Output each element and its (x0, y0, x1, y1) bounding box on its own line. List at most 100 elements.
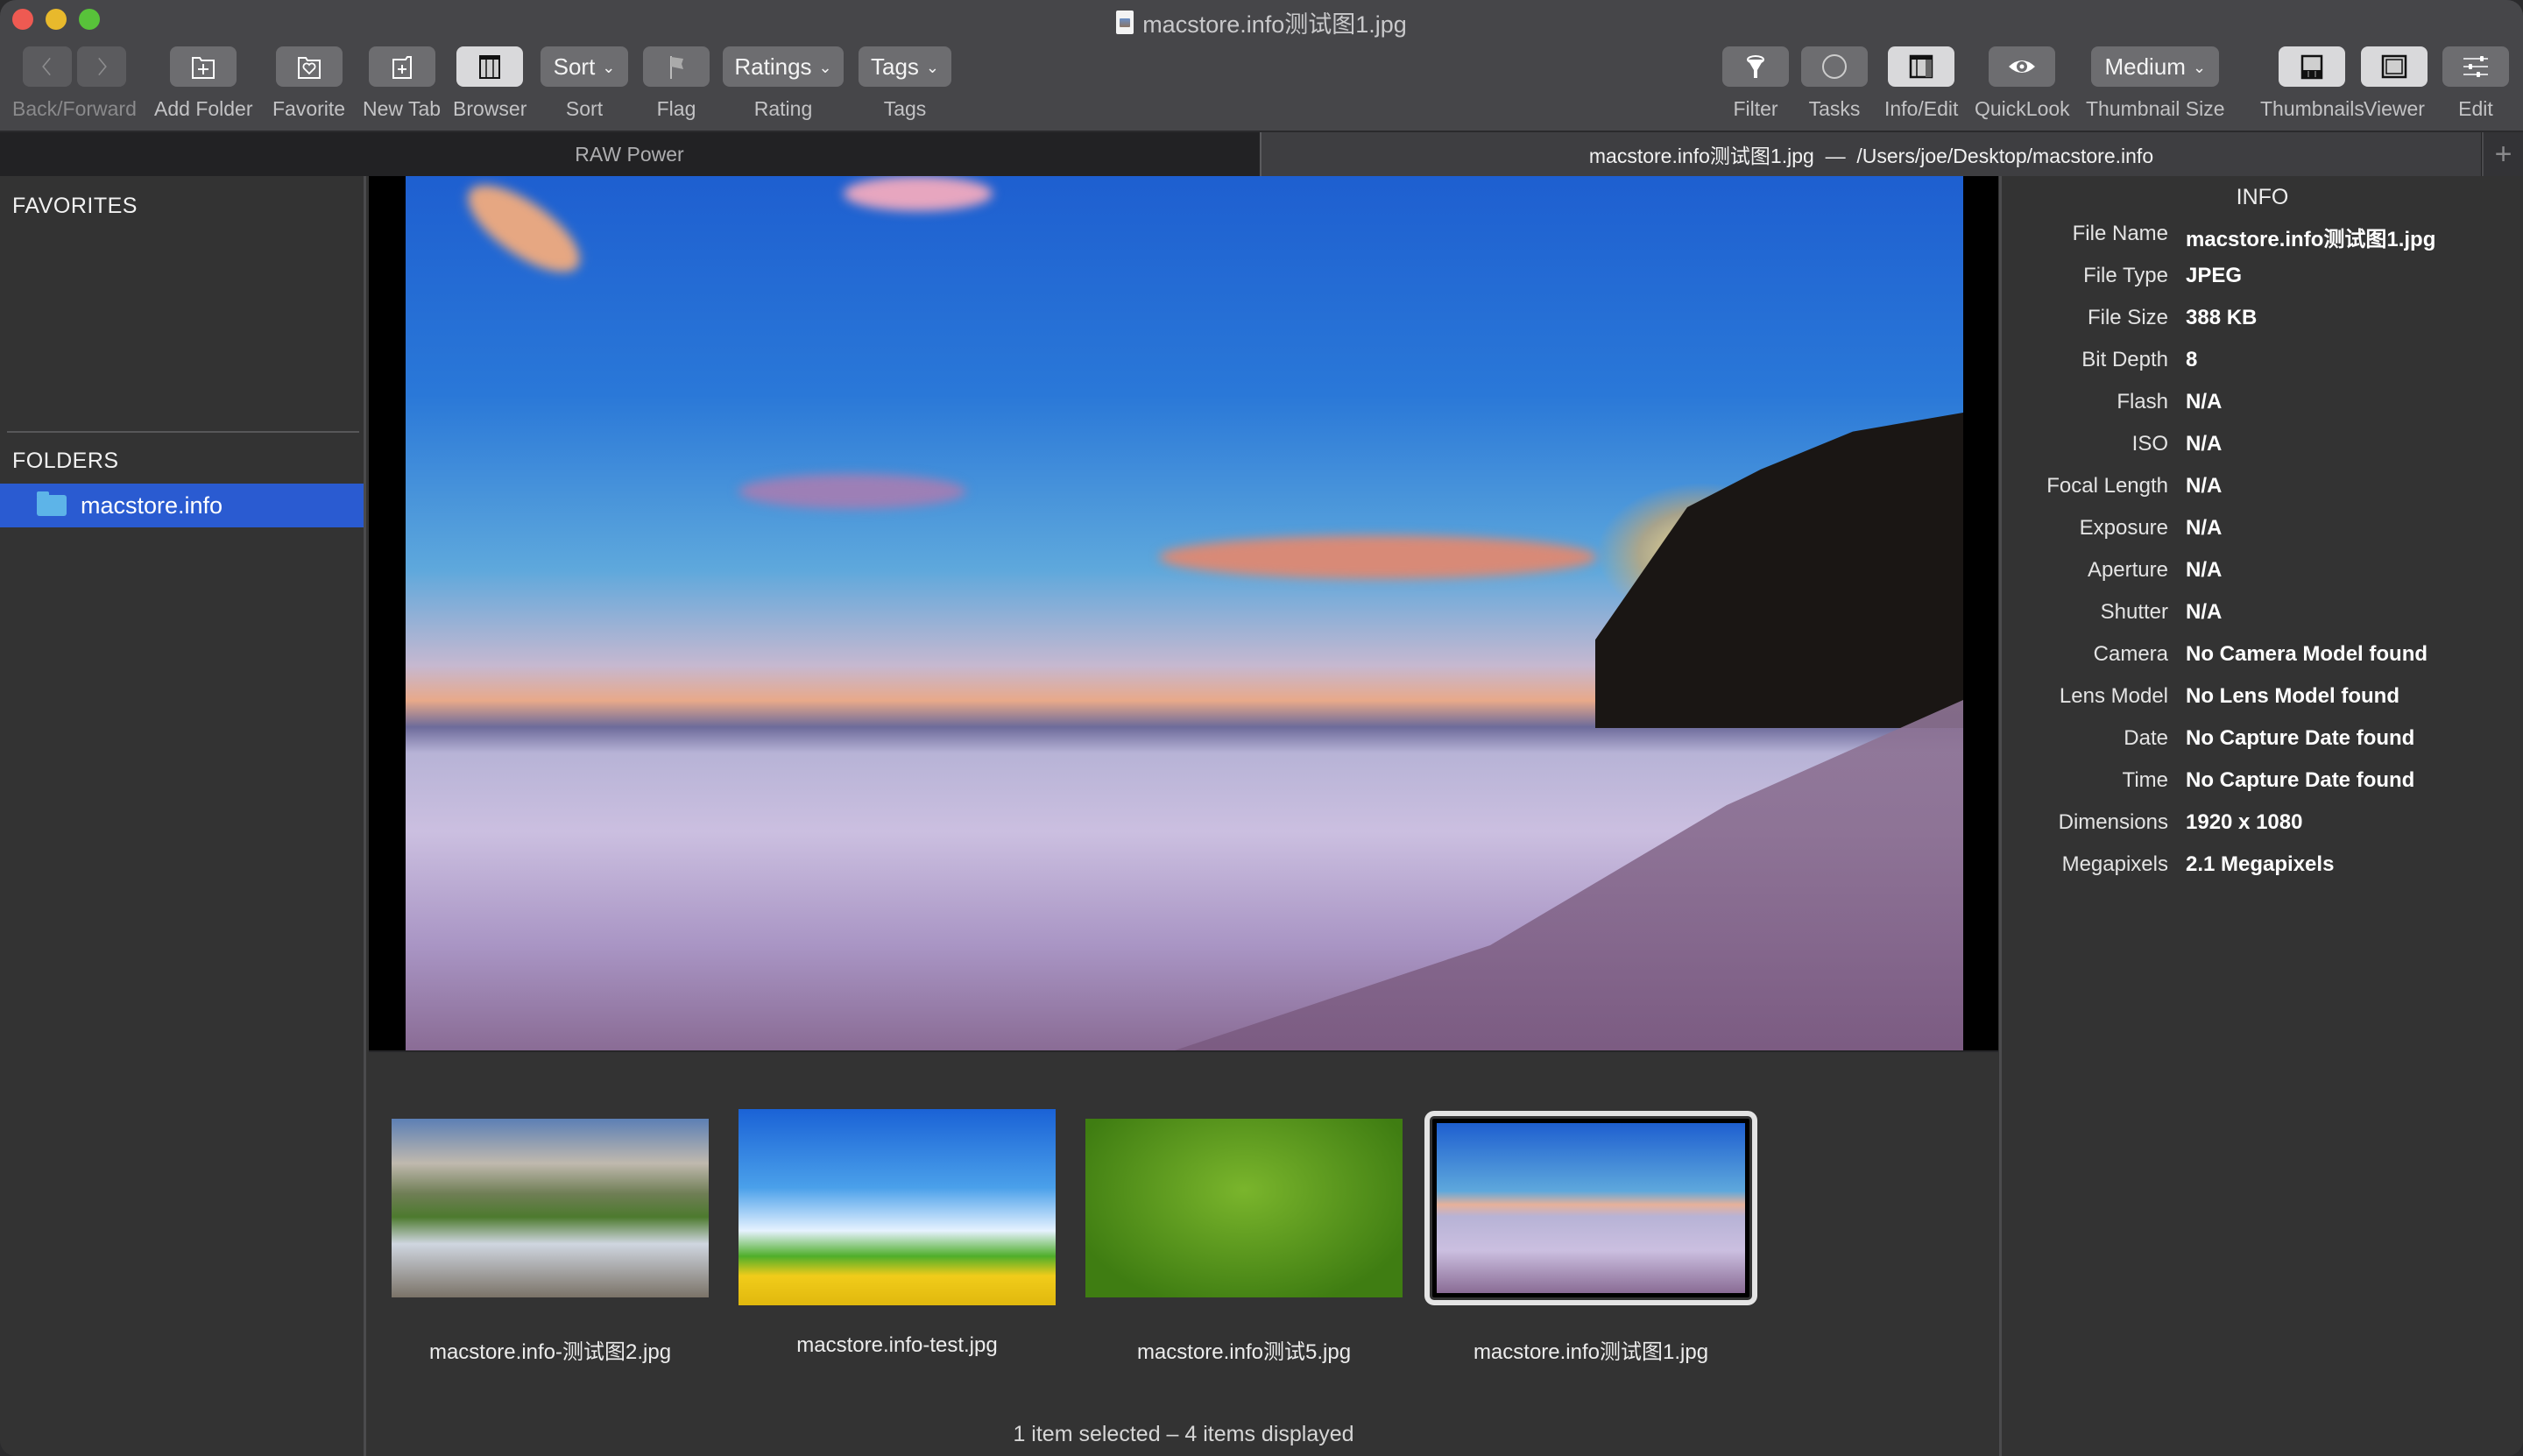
thumbnail-size-value: Medium (2104, 53, 2186, 80)
thumbnails-button[interactable] (2279, 46, 2346, 87)
info-row: Flash N/A (2002, 390, 2523, 414)
flag-icon (670, 56, 683, 79)
info-value: No Capture Date found (2186, 726, 2415, 750)
tab-label: macstore.info测试图1.jpg — /Users/joe/Deskt… (1588, 145, 2154, 167)
image-viewer[interactable] (369, 176, 1998, 1050)
info-panel: INFO File Name macstore.info测试图1.jpg File … (1999, 176, 2523, 1456)
thumbnail-item-selected[interactable]: macstore.info测试图1.jpg (1424, 1111, 1757, 1365)
chevron-down-icon: ⌄ (925, 58, 939, 76)
info-row: Shutter N/A (2002, 600, 2523, 625)
flag-button[interactable] (643, 46, 710, 87)
flag-item: Flag (643, 46, 710, 121)
viewer-layout-icon (2381, 54, 2407, 79)
rating-label: Rating (753, 97, 813, 120)
thumbnails-layout-icon (2301, 54, 2323, 80)
info-row: ISO N/A (2002, 432, 2523, 456)
window-title: macstore.info测试图1.jpg (0, 5, 2523, 39)
new-tab-label: New Tab (363, 97, 442, 120)
info-row: Camera No Camera Model found (2002, 642, 2523, 667)
thumbnail-image (392, 1119, 709, 1297)
flag-label: Flag (656, 97, 696, 120)
add-folder-icon (192, 57, 216, 79)
info-value: No Camera Model found (2186, 642, 2428, 666)
info-row: Focal Length N/A (2002, 474, 2523, 498)
add-tab-button[interactable]: + (2482, 132, 2523, 176)
info-value: 8 (2186, 348, 2198, 371)
tab-bar: RAW Power macstore.info测试图1.jpg — /Users… (0, 132, 2523, 176)
new-tab-button[interactable] (368, 46, 435, 87)
info-key: File Size (2087, 306, 2168, 329)
tab-current-file[interactable]: macstore.info测试图1.jpg — /Users/joe/Deskt… (1260, 132, 2481, 176)
sort-label: Sort (565, 97, 604, 120)
thumbnail-item[interactable]: macstore.info-测试图2.jpg (392, 1119, 709, 1365)
quicklook-item: QuickLook (1975, 46, 2070, 121)
quicklook-label: QuickLook (1975, 97, 2070, 120)
thumbnails-item: Thumbnails (2260, 46, 2364, 121)
favorite-button[interactable] (275, 46, 343, 87)
filter-button[interactable] (1722, 46, 1789, 87)
tasks-button[interactable] (1801, 46, 1868, 87)
thumbnail-item[interactable]: macstore.info测试5.jpg (1085, 1119, 1403, 1365)
ratings-item: Ratings ⌄ Rating (723, 46, 844, 121)
cloud (739, 474, 966, 509)
sort-dropdown[interactable]: Sort ⌄ (541, 46, 628, 87)
info-key: Bit Depth (2081, 348, 2168, 371)
favorite-item: Favorite (272, 46, 345, 121)
document-icon (1116, 11, 1134, 34)
sliders-icon (2463, 56, 2488, 77)
thumbnail-name: macstore.info-测试图2.jpg (428, 1340, 672, 1364)
thumbnail-strip: macstore.info-测试图2.jpg macstore.info-tes… (369, 1050, 1998, 1456)
tab-raw-power[interactable]: RAW Power (0, 132, 1259, 176)
forward-button[interactable] (76, 46, 126, 87)
back-button[interactable] (22, 46, 72, 87)
sort-dropdown-value: Sort (553, 53, 596, 80)
back-forward-group: Back/Forward (12, 46, 137, 121)
tasks-label: Tasks (1808, 97, 1861, 120)
info-row: Megapixels 2.1 Megapixels (2002, 852, 2523, 877)
info-row: Exposure N/A (2002, 516, 2523, 541)
chevron-left-icon (42, 57, 51, 76)
browser-button[interactable] (456, 46, 524, 87)
add-folder-button[interactable] (170, 46, 237, 87)
ratings-dropdown[interactable]: Ratings ⌄ (723, 46, 844, 87)
tags-dropdown[interactable]: Tags ⌄ (859, 46, 951, 87)
info-value: JPEG (2186, 264, 2243, 287)
quicklook-button[interactable] (1989, 46, 2056, 87)
eye-icon (2009, 60, 2036, 73)
thumbnail-size-dropdown[interactable]: Medium ⌄ (2091, 46, 2220, 87)
viewer-button[interactable] (2361, 46, 2428, 87)
info-row: File Type JPEG (2002, 264, 2523, 288)
edit-button[interactable] (2442, 46, 2509, 87)
info-key: Time (2122, 768, 2168, 792)
thumbnail-image (1085, 1119, 1403, 1297)
info-key: Flash (2117, 390, 2168, 413)
tags-label: Tags (883, 97, 927, 120)
thumbnail-item[interactable]: macstore.info-test.jpg (739, 1109, 1056, 1358)
info-value: N/A (2186, 474, 2223, 498)
new-tab-item: New Tab (363, 46, 441, 121)
info-value: N/A (2186, 600, 2223, 624)
info-row: Time No Capture Date found (2002, 768, 2523, 793)
cloud (844, 176, 993, 211)
sidebar-folder-macstore-info[interactable]: macstore.info (0, 484, 364, 527)
info-key: Date (2124, 726, 2168, 750)
info-key: Aperture (2087, 558, 2168, 582)
filter-funnel-icon (1747, 55, 1764, 78)
sidebar: FAVORITES FOLDERS macstore.info (0, 176, 366, 1456)
edit-item: Edit (2442, 46, 2509, 121)
ratings-dropdown-value: Ratings (734, 53, 812, 80)
viewer-label: Viewer (2364, 97, 2425, 120)
headland (1595, 413, 1963, 728)
info-value: 2.1 Megapixels (2186, 852, 2335, 876)
info-edit-button[interactable] (1888, 46, 1955, 87)
info-row: File Name macstore.info测试图1.jpg (2002, 222, 2523, 252)
tags-dropdown-value: Tags (870, 53, 919, 80)
info-value: No Lens Model found (2186, 684, 2399, 708)
info-value: 388 KB (2186, 306, 2258, 329)
info-title: INFO (2236, 185, 2289, 209)
browser-label: Browser (453, 97, 527, 120)
back-forward-label: Back/Forward (12, 97, 137, 120)
sidebar-divider (7, 431, 359, 433)
viewer-item: Viewer (2361, 46, 2428, 121)
info-key: File Name (2072, 222, 2168, 245)
